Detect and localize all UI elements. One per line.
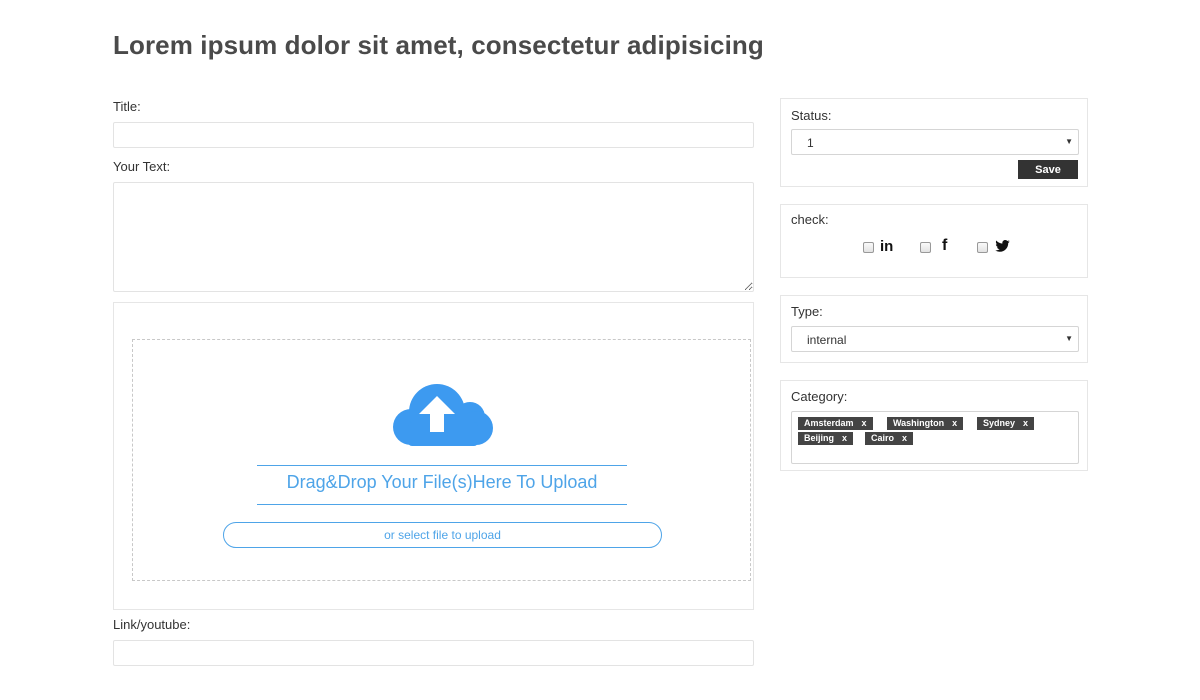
category-panel: Category: Amsterdam x Washington x Sydney x… <box>780 380 1088 471</box>
link-input[interactable] <box>113 640 754 666</box>
dropdown-arrow-icon: ▼ <box>1065 334 1073 343</box>
save-button[interactable]: Save <box>1018 160 1078 179</box>
check-panel: check: in f <box>780 204 1088 278</box>
tag-beijing: Beijing x <box>798 432 854 445</box>
type-label: Type: <box>791 304 823 319</box>
twitter-icon <box>995 240 1010 252</box>
tag-remove-icon[interactable]: x <box>1023 417 1028 430</box>
type-selected-value: internal <box>807 333 847 347</box>
status-select[interactable]: 1 ▼ <box>791 129 1079 155</box>
title-label: Title: <box>113 99 141 114</box>
type-select[interactable]: internal ▼ <box>791 326 1079 352</box>
tag-cairo: Cairo x <box>865 432 914 445</box>
text-label: Your Text: <box>113 159 171 174</box>
status-panel: Status: 1 ▼ Save <box>780 98 1088 187</box>
dropzone-text: Drag&Drop Your File(s)Here To Upload <box>286 472 598 492</box>
twitter-checkbox[interactable] <box>977 242 988 253</box>
tag-label: Washington <box>893 418 945 428</box>
tag-sydney: Sydney x <box>977 417 1035 430</box>
tag-remove-icon[interactable]: x <box>952 417 957 430</box>
tag-washington: Washington x <box>887 417 964 430</box>
category-label: Category: <box>791 389 848 404</box>
title-input[interactable] <box>113 122 754 148</box>
status-label: Status: <box>791 108 832 123</box>
linkedin-icon: in <box>880 238 894 255</box>
tag-label: Amsterdam <box>804 418 854 428</box>
tag-label: Beijing <box>804 433 835 443</box>
category-tag-input[interactable]: Amsterdam x Washington x Sydney x Beijing x … <box>791 411 1079 464</box>
select-file-button[interactable]: or select file to upload <box>223 522 662 548</box>
tag-remove-icon[interactable]: x <box>902 432 907 445</box>
facebook-icon: f <box>942 237 948 254</box>
status-selected-value: 1 <box>807 136 814 150</box>
facebook-checkbox[interactable] <box>920 242 931 253</box>
dropzone-bottom-line <box>257 504 627 505</box>
tag-remove-icon[interactable]: x <box>842 432 847 445</box>
link-label: Link/youtube: <box>113 617 191 632</box>
text-area[interactable] <box>113 182 754 292</box>
dropzone-top-line <box>257 465 627 466</box>
tag-label: Cairo <box>871 433 895 443</box>
type-panel: Type: internal ▼ <box>780 295 1088 363</box>
file-dropzone[interactable]: Drag&Drop Your File(s)Here To Upload or … <box>132 339 751 581</box>
tag-remove-icon[interactable]: x <box>862 417 867 430</box>
tag-amsterdam: Amsterdam x <box>798 417 873 430</box>
tag-label: Sydney <box>983 418 1016 428</box>
linkedin-checkbox[interactable] <box>863 242 874 253</box>
check-label: check: <box>791 212 829 227</box>
page-title: Lorem ipsum dolor sit amet, consectetur … <box>113 30 764 60</box>
dropdown-arrow-icon: ▼ <box>1065 137 1073 146</box>
cloud-upload-icon <box>393 384 493 446</box>
upload-card: Drag&Drop Your File(s)Here To Upload or … <box>113 302 754 610</box>
